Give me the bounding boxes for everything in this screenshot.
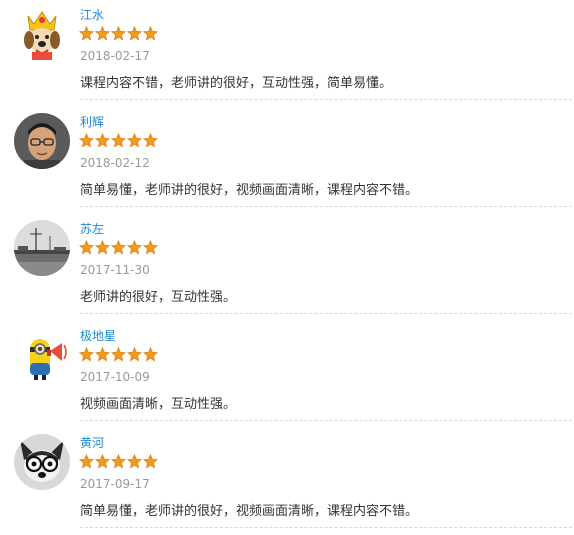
star-icon [127, 26, 142, 41]
review-item: 极地星 2017-10-09 视频画面清晰，互动性强。 [0, 321, 574, 428]
divider [80, 99, 572, 100]
review-item: 利辉 2018-02-12 简单易懂，老师讲的很好，视频画面清晰，课程内容不错。 [0, 107, 574, 214]
star-icon [79, 347, 94, 362]
minion-megaphone-avatar[interactable] [14, 327, 70, 383]
star-icon [143, 454, 158, 469]
review-date: 2017-09-17 [80, 477, 150, 491]
star-icon [111, 240, 126, 255]
rating-stars [79, 347, 158, 364]
star-icon [143, 347, 158, 362]
star-icon [95, 240, 110, 255]
star-icon [143, 26, 158, 41]
man-with-glasses-avatar[interactable] [14, 113, 70, 169]
star-icon [79, 240, 94, 255]
divider [80, 527, 572, 528]
review-date: 2018-02-17 [80, 49, 150, 63]
star-icon [95, 26, 110, 41]
star-icon [95, 454, 110, 469]
star-icon [127, 240, 142, 255]
review-comment: 简单易懂，老师讲的很好，视频画面清晰，课程内容不错。 [80, 183, 419, 198]
star-icon [127, 454, 142, 469]
divider [80, 420, 572, 421]
star-icon [111, 26, 126, 41]
star-icon [143, 133, 158, 148]
divider [80, 206, 572, 207]
star-icon [79, 133, 94, 148]
review-list: 江水 2018-02-17 课程内容不错，老师讲的很好，互动性强，简单易懂。 利… [0, 0, 574, 531]
review-date: 2017-10-09 [80, 370, 150, 384]
review-date: 2018-02-12 [80, 156, 150, 170]
review-item: 黄河 2017-09-17 简单易懂，老师讲的很好，视频画面清晰，课程内容不错。 [0, 428, 574, 535]
rating-stars [79, 133, 158, 150]
review-date: 2017-11-30 [80, 263, 150, 277]
cartoon-king-avatar[interactable] [14, 6, 70, 62]
review-comment: 老师讲的很好，互动性强。 [80, 290, 237, 305]
review-item: 江水 2018-02-17 课程内容不错，老师讲的很好，互动性强，简单易懂。 [0, 0, 574, 107]
rating-stars [79, 454, 158, 471]
star-icon [111, 133, 126, 148]
star-icon [95, 133, 110, 148]
star-icon [143, 240, 158, 255]
username[interactable]: 江水 [80, 8, 104, 22]
star-icon [127, 133, 142, 148]
landscape-photo-avatar[interactable] [14, 220, 70, 276]
review-comment: 课程内容不错，老师讲的很好，互动性强，简单易懂。 [80, 76, 393, 91]
username[interactable]: 苏左 [80, 222, 104, 236]
review-comment: 视频画面清晰，互动性强。 [80, 397, 237, 412]
username[interactable]: 黄河 [80, 436, 104, 450]
dog-with-glasses-avatar[interactable] [14, 434, 70, 490]
divider [80, 313, 572, 314]
rating-stars [79, 26, 158, 43]
review-comment: 简单易懂，老师讲的很好，视频画面清晰，课程内容不错。 [80, 504, 419, 519]
star-icon [95, 347, 110, 362]
username[interactable]: 极地星 [80, 329, 116, 343]
rating-stars [79, 240, 158, 257]
star-icon [79, 26, 94, 41]
star-icon [111, 454, 126, 469]
star-icon [127, 347, 142, 362]
username[interactable]: 利辉 [80, 115, 104, 129]
star-icon [79, 454, 94, 469]
review-item: 苏左 2017-11-30 老师讲的很好，互动性强。 [0, 214, 574, 321]
star-icon [111, 347, 126, 362]
